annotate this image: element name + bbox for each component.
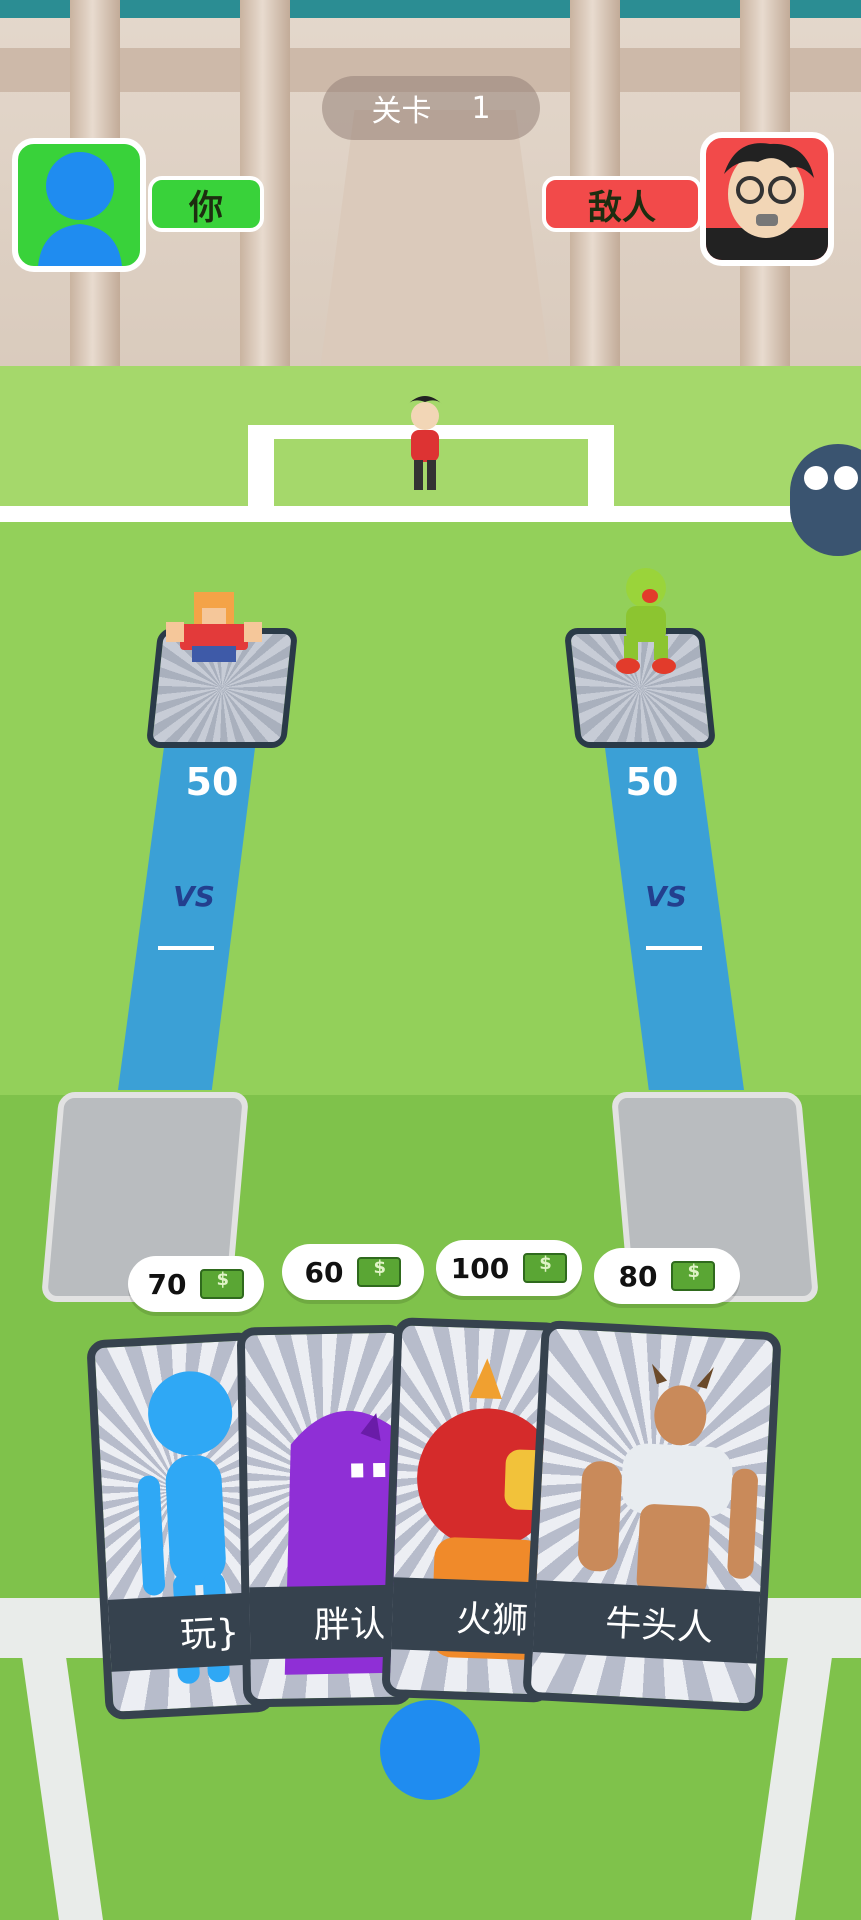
- field-line: [588, 425, 614, 515]
- price-tag: 70: [128, 1256, 264, 1312]
- player-character: [380, 1700, 480, 1800]
- level-indicator: 关卡 1: [322, 76, 540, 140]
- lane-left-power: 50: [185, 760, 239, 804]
- price-tag: 100: [436, 1240, 582, 1296]
- level-label: 关卡: [371, 94, 432, 129]
- blocky-hero-icon: [166, 592, 262, 662]
- price-value: 70: [147, 1267, 187, 1301]
- price-value: 100: [450, 1251, 510, 1285]
- money-icon: [200, 1269, 245, 1299]
- card-label: 牛头人: [522, 1578, 782, 1667]
- unit-card[interactable]: 牛头人: [522, 1319, 782, 1713]
- yellow-duck-monster-icon: [616, 568, 676, 674]
- price-tag: 60: [282, 1244, 424, 1300]
- field-line: [248, 425, 274, 515]
- stadium-back-wall: [320, 110, 550, 370]
- price-value: 80: [618, 1259, 658, 1293]
- enemy-avatar: [700, 132, 834, 266]
- money-icon: [357, 1257, 402, 1287]
- lane-right-vs: VS: [645, 880, 687, 913]
- player-name: 你: [189, 187, 223, 228]
- lane-right-power: 50: [625, 760, 679, 804]
- level-number: 1: [471, 90, 491, 126]
- enemy-name: 敌人: [588, 187, 656, 228]
- lane-left-dash: [158, 946, 214, 950]
- field-line: [0, 506, 861, 522]
- lane-left-vs: VS: [173, 880, 215, 913]
- owl-helper-icon[interactable]: [790, 444, 861, 556]
- price-value: 60: [304, 1255, 344, 1289]
- lane-right-dash: [646, 946, 702, 950]
- money-icon: [671, 1261, 716, 1291]
- blue-stickman-icon: [38, 152, 122, 266]
- player-avatar: [12, 138, 146, 272]
- stadium-roof: [0, 0, 861, 18]
- old-man-glasses-icon: [706, 143, 828, 260]
- enemy-name-badge: 敌人: [542, 176, 702, 232]
- player-name-badge: 你: [148, 176, 264, 232]
- price-tag: 80: [594, 1248, 740, 1304]
- money-icon: [523, 1253, 568, 1283]
- enemy-boss-figure: [408, 396, 442, 490]
